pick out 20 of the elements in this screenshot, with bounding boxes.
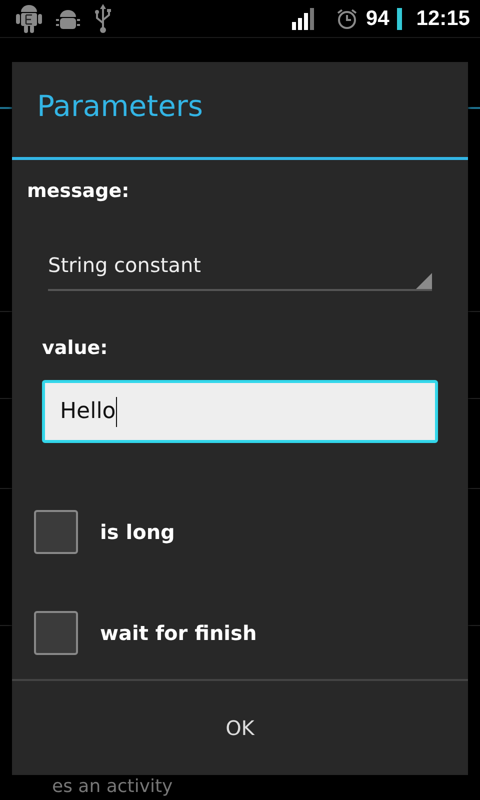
checkbox[interactable] [34, 510, 78, 554]
dropdown-corner-icon [416, 273, 432, 289]
dropdown[interactable]: String constant [48, 249, 432, 291]
dialog-title: Parameters [36, 88, 204, 125]
input-field[interactable]: Hello [42, 380, 438, 443]
bug-icon [56, 8, 80, 30]
alarm-icon [336, 8, 358, 30]
battery-icon [397, 8, 402, 30]
checkbox[interactable] [34, 611, 78, 655]
list-item-text: es an activity [52, 776, 173, 798]
clock: 12:15 [416, 6, 470, 30]
ok-button[interactable]: OK [12, 681, 468, 775]
usb-icon [94, 4, 112, 34]
checkbox-label: is long [100, 520, 175, 544]
field-label: value: [42, 339, 109, 358]
field-label: message: [27, 182, 130, 201]
android-icon [16, 4, 42, 34]
signal-icon [292, 8, 316, 30]
checkbox-label: wait for finish [100, 621, 257, 645]
battery-level: 94 [366, 6, 390, 30]
